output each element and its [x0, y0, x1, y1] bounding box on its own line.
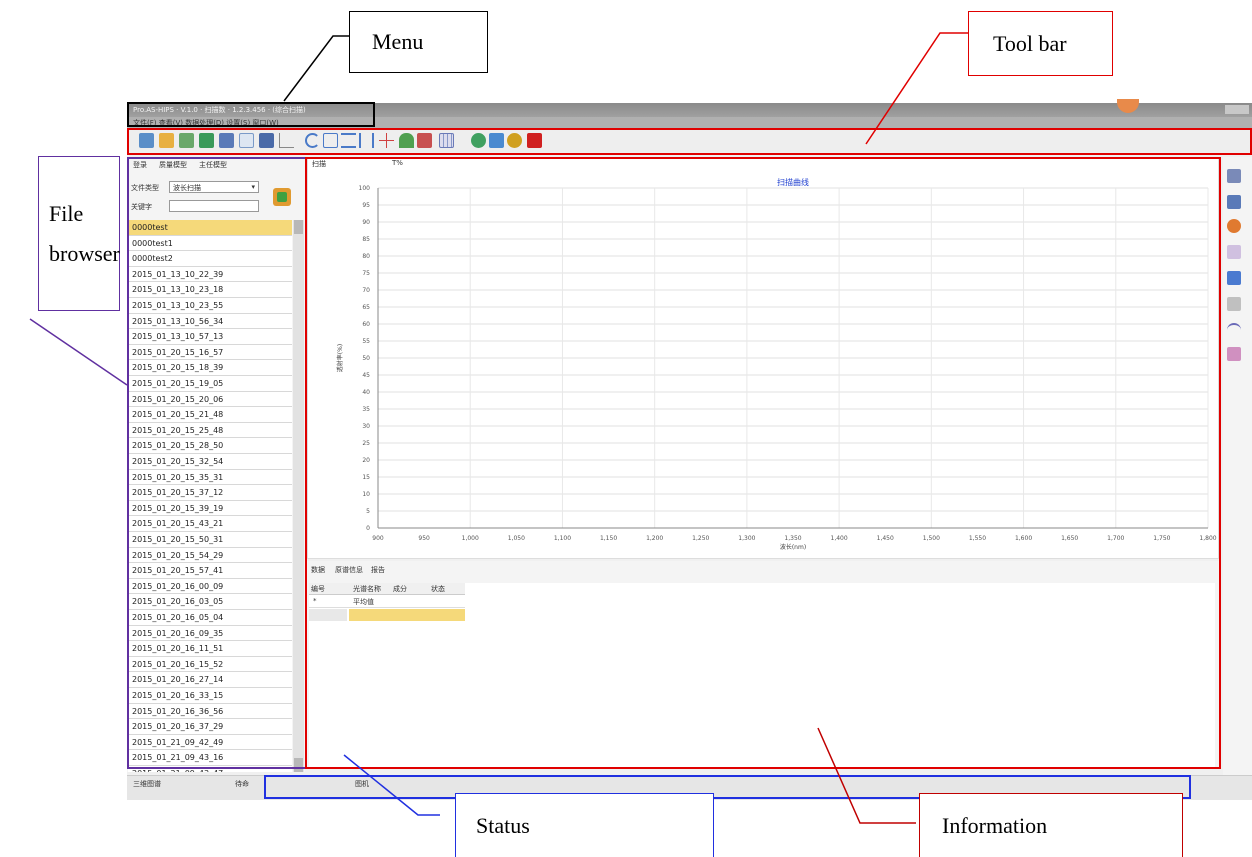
callout-information: Information: [919, 793, 1183, 857]
callout-leader-lines: [29, 32, 968, 824]
callout-toolbar: Tool bar: [968, 11, 1113, 76]
callout-information-text: Information: [942, 812, 1048, 838]
callout-file-browser-text-2: browser: [49, 240, 120, 266]
callout-menu-text: Menu: [372, 29, 424, 54]
callout-status: Status: [455, 793, 714, 857]
callout-menu: Menu: [349, 11, 488, 73]
callout-status-text: Status: [476, 812, 530, 838]
callout-file-browser-text-1: File: [49, 200, 84, 226]
callout-file-browser: File browser: [38, 156, 120, 311]
callout-toolbar-text: Tool bar: [993, 30, 1067, 56]
